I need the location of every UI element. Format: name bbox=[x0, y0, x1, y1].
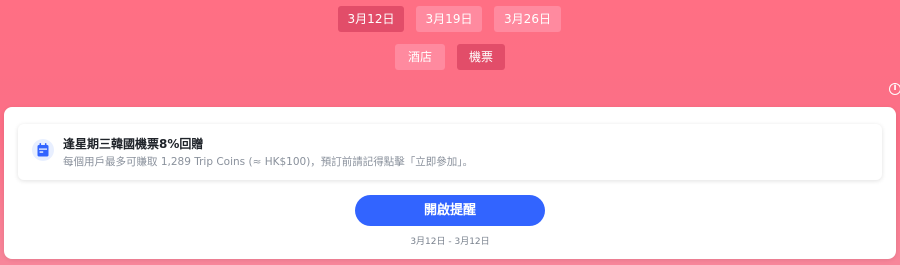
promo-banner: 逢星期三韓國機票8%回贈 每個用戶最多可賺取 1,289 Trip Coins … bbox=[18, 124, 882, 180]
info-icon[interactable]: i bbox=[889, 83, 900, 95]
promo-title: 逢星期三韓國機票8%回贈 bbox=[63, 137, 204, 151]
date-tab-mar-19[interactable]: 3月19日 bbox=[416, 6, 482, 32]
date-range-text: 3月12日 - 3月12日 bbox=[410, 237, 490, 247]
enable-reminder-button[interactable]: 開啟提醒 bbox=[355, 195, 545, 226]
date-selector: 3月12日 3月19日 3月26日 bbox=[0, 6, 900, 32]
category-tab-hotel[interactable]: 酒店 bbox=[395, 44, 445, 70]
date-tab-mar-26[interactable]: 3月26日 bbox=[494, 6, 561, 32]
date-tab-mar-12[interactable]: 3月12日 bbox=[338, 6, 404, 32]
promo-card: 逢星期三韓國機票8%回贈 每個用戶最多可賺取 1,289 Trip Coins … bbox=[4, 107, 896, 259]
promo-description: 每個用戶最多可賺取 1,289 Trip Coins (≈ HK$100)，預訂… bbox=[63, 156, 474, 168]
category-tab-flight[interactable]: 機票 bbox=[457, 44, 505, 70]
calendar-icon bbox=[32, 139, 54, 161]
category-selector: 酒店 機票 bbox=[0, 44, 900, 70]
